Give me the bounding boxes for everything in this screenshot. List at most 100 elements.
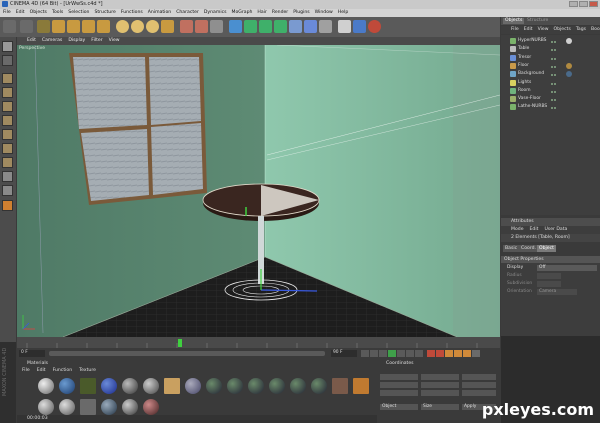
- render-picture-viewer-icon[interactable]: [195, 20, 208, 33]
- objmgr-menu-tags[interactable]: Tags: [576, 26, 586, 34]
- coord-pos-z[interactable]: [380, 390, 418, 396]
- render-view-icon[interactable]: [180, 20, 193, 33]
- menu-character[interactable]: Character: [176, 9, 199, 17]
- visibility-dots-icon[interactable]: [551, 56, 561, 60]
- go-end-icon[interactable]: [415, 350, 423, 357]
- material-swatch[interactable]: [101, 399, 117, 415]
- minimize-button[interactable]: [569, 1, 578, 7]
- polygon-mode-icon[interactable]: [2, 143, 13, 154]
- key-param-icon[interactable]: [472, 350, 480, 357]
- coord-mode-dropdown[interactable]: Object: [380, 404, 418, 410]
- texture-mode-icon[interactable]: [2, 87, 13, 98]
- material-swatch[interactable]: [80, 399, 96, 415]
- material-swatch[interactable]: [38, 399, 54, 415]
- record-icon[interactable]: [368, 20, 381, 33]
- recent-tool-icon[interactable]: [97, 20, 110, 33]
- material-tag-icon[interactable]: [566, 38, 572, 44]
- tab-basic[interactable]: Basic: [503, 245, 520, 252]
- maximize-button[interactable]: [579, 1, 588, 7]
- render-settings-icon[interactable]: [210, 20, 223, 33]
- next-frame-icon[interactable]: [397, 350, 405, 357]
- attr-menu-userdata[interactable]: User Data: [544, 226, 567, 234]
- material-swatch[interactable]: [290, 378, 306, 394]
- object-row[interactable]: Tresor: [501, 54, 600, 62]
- tab-objects[interactable]: Objects: [503, 18, 525, 24]
- mat-menu-texture[interactable]: Texture: [79, 368, 96, 373]
- coord-pos-x[interactable]: [380, 374, 418, 380]
- attr-menu-edit[interactable]: Edit: [530, 226, 539, 234]
- timeline-ruler[interactable]: [17, 337, 500, 348]
- material-swatch[interactable]: [248, 378, 264, 394]
- material-swatch[interactable]: [143, 399, 159, 415]
- menu-objects[interactable]: Objects: [30, 9, 47, 17]
- tab-structure[interactable]: Structure: [525, 18, 550, 24]
- coord-rot-b[interactable]: [462, 390, 496, 396]
- menu-functions[interactable]: Functions: [121, 9, 143, 17]
- workplane-icon[interactable]: [2, 101, 13, 112]
- move-icon[interactable]: [52, 20, 65, 33]
- visibility-dots-icon[interactable]: [551, 72, 561, 77]
- tweak-mode-icon[interactable]: [2, 171, 13, 182]
- coord-rot-h[interactable]: [462, 374, 496, 380]
- viewport-menu-edit[interactable]: Edit: [27, 37, 36, 45]
- object-row[interactable]: Lights: [501, 79, 600, 87]
- prop-orientation-dropdown[interactable]: Camera: [537, 289, 577, 295]
- menu-help[interactable]: Help: [338, 9, 348, 17]
- key-position-icon[interactable]: [445, 350, 453, 357]
- visibility-dots-icon[interactable]: [551, 39, 561, 43]
- viewport-menu-view[interactable]: View: [109, 37, 120, 45]
- material-swatch[interactable]: [227, 378, 243, 394]
- material-swatch[interactable]: [122, 378, 138, 394]
- make-editable-icon[interactable]: [2, 41, 13, 52]
- objmgr-menu-bookmarks[interactable]: Bookmarks: [591, 26, 600, 34]
- visibility-dots-icon[interactable]: [551, 47, 561, 52]
- menu-animation[interactable]: Animation: [148, 9, 171, 17]
- preview-range-slider[interactable]: [49, 351, 325, 356]
- start-frame-field[interactable]: 0 F: [19, 350, 45, 357]
- undo-icon[interactable]: [3, 20, 16, 33]
- mat-menu-file[interactable]: File: [22, 368, 30, 373]
- prev-key-icon[interactable]: [370, 350, 378, 357]
- cube-icon[interactable]: [229, 20, 242, 33]
- material-swatch[interactable]: [311, 378, 327, 394]
- viewport-menu-filter[interactable]: Filter: [91, 37, 102, 45]
- perspective-viewport[interactable]: Perspective: [17, 45, 500, 337]
- viewport-menu-cameras[interactable]: Cameras: [42, 37, 62, 45]
- object-row[interactable]: Table: [501, 45, 600, 53]
- deformer-icon[interactable]: [289, 20, 302, 33]
- y-axis-icon[interactable]: [131, 20, 144, 33]
- key-scale-icon[interactable]: [454, 350, 462, 357]
- coord-size-z[interactable]: [421, 390, 459, 396]
- coord-size-dropdown[interactable]: Size: [421, 404, 459, 410]
- scale-icon[interactable]: [67, 20, 80, 33]
- point-mode-icon[interactable]: [2, 115, 13, 126]
- visibility-dots-icon[interactable]: [551, 97, 561, 102]
- x-axis-icon[interactable]: [116, 20, 129, 33]
- tab-coord[interactable]: Coord.: [519, 245, 539, 252]
- material-swatch[interactable]: [353, 378, 369, 394]
- menu-hair[interactable]: Hair: [257, 9, 266, 17]
- camera-icon[interactable]: [319, 20, 332, 33]
- attr-menu-mode[interactable]: Mode: [511, 226, 524, 234]
- menu-render[interactable]: Render: [272, 9, 288, 17]
- material-tag-icon[interactable]: [566, 71, 572, 78]
- tab-object[interactable]: Object: [537, 245, 556, 252]
- pen-spline-icon[interactable]: [244, 20, 257, 33]
- scene-icon[interactable]: [304, 20, 317, 33]
- objmgr-menu-edit[interactable]: Edit: [524, 26, 533, 34]
- material-swatch[interactable]: [206, 378, 222, 394]
- go-start-icon[interactable]: [361, 350, 369, 357]
- object-row[interactable]: Lathe-NURBS: [501, 103, 600, 111]
- rotate-icon[interactable]: [82, 20, 95, 33]
- material-swatch[interactable]: [269, 378, 285, 394]
- material-swatch[interactable]: [59, 399, 75, 415]
- z-axis-icon[interactable]: [146, 20, 159, 33]
- material-swatch[interactable]: [164, 378, 180, 394]
- material-swatch[interactable]: [122, 399, 138, 415]
- prop-subdivision-field[interactable]: [537, 281, 561, 287]
- menu-plugins[interactable]: Plugins: [293, 9, 309, 17]
- menu-dynamics[interactable]: Dynamics: [204, 9, 227, 17]
- material-swatch[interactable]: [101, 378, 117, 394]
- live-selection-icon[interactable]: [37, 20, 50, 33]
- material-swatch[interactable]: [332, 378, 348, 394]
